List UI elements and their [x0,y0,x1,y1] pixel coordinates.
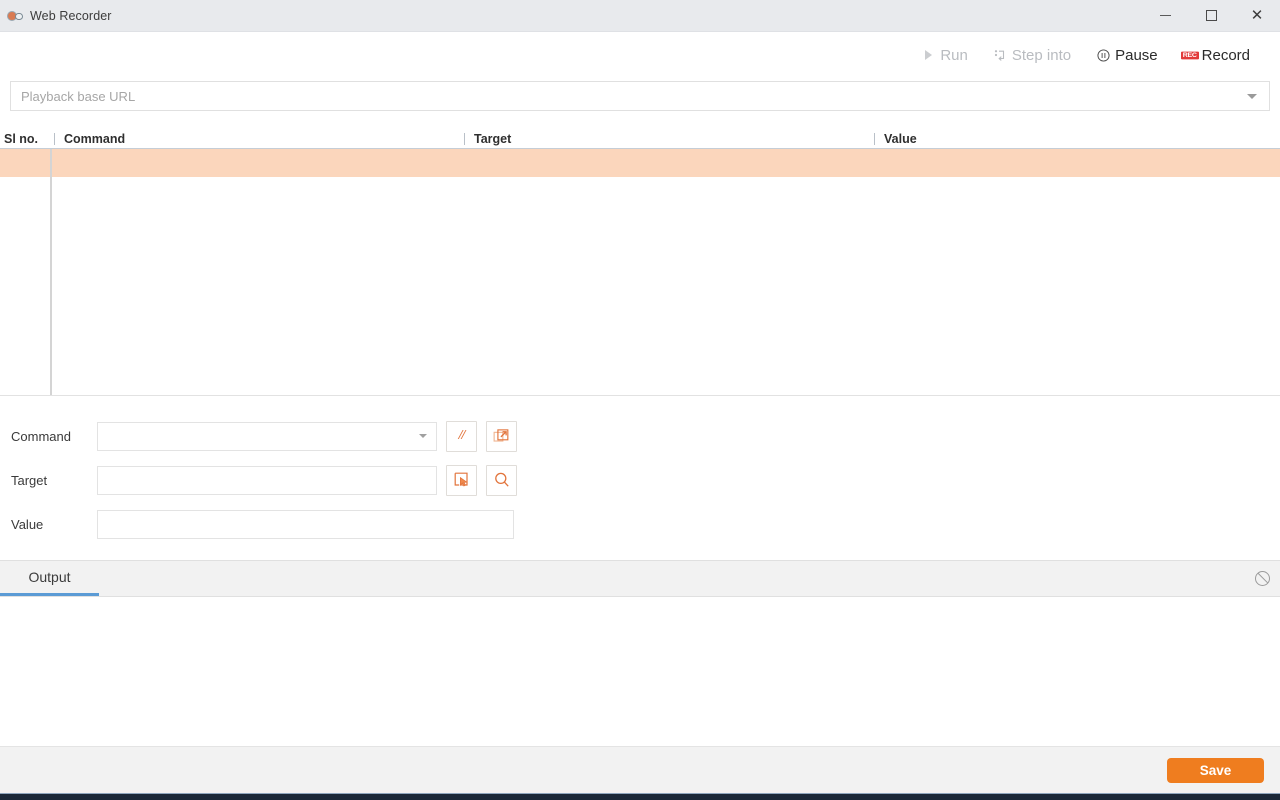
record-button[interactable]: REC Record [1170,43,1262,68]
value-field [97,509,514,539]
value-row: Value [0,502,1280,546]
column-header-value[interactable]: Value [874,132,1280,146]
open-external-icon[interactable] [486,420,517,452]
tab-output[interactable]: Output [0,561,99,596]
maximize-icon[interactable] [1188,0,1234,31]
output-tab-bar: Output [0,560,1280,597]
column-header-value-label: Value [884,132,917,146]
table-cell-command [50,149,1280,177]
target-input[interactable] [98,466,436,494]
window-title: Web Recorder [30,8,112,23]
minimize-icon[interactable] [1142,0,1188,31]
value-label: Value [11,516,44,532]
pause-button[interactable]: Pause [1083,43,1170,68]
table-row[interactable] [0,149,1280,177]
command-table-header: Sl no. Command Target Value [0,121,1280,149]
tab-output-label: Output [28,569,71,585]
command-input[interactable] [98,422,419,450]
command-table-body[interactable] [0,149,1280,395]
record-icon: REC [1180,51,1199,59]
column-divider[interactable] [464,133,465,145]
clear-icon[interactable] [1255,571,1270,586]
column-divider[interactable] [54,133,55,145]
chevron-down-icon[interactable] [1247,93,1257,99]
run-button-label: Run [940,46,968,64]
title-bar-left: Web Recorder [0,9,112,23]
pause-icon [1095,47,1111,63]
run-button[interactable]: Run [908,43,980,68]
target-row: Target [0,458,1280,502]
title-bar: Web Recorder ✕ [0,0,1280,32]
taskbar-strip [0,793,1280,800]
comment-icon[interactable]: // [446,420,477,452]
step-into-icon [992,47,1008,63]
save-button[interactable]: Save [1167,757,1264,783]
record-button-label: Record [1201,46,1250,64]
playback-toolbar: Run Step into Pause REC Record [0,32,1280,78]
output-log[interactable] [0,597,1280,746]
web-recorder-icon [7,9,23,23]
command-label: Command [11,428,71,444]
column-divider[interactable] [874,133,875,145]
column-header-command[interactable]: Command [54,132,464,146]
column-header-command-label: Command [64,132,126,146]
target-label: Target [11,472,48,488]
playback-url-section [0,78,1280,121]
close-icon[interactable]: ✕ [1234,0,1280,31]
output-actions [1255,561,1280,596]
play-icon [920,47,936,63]
step-editor-form: Command // Target Value [0,396,1280,560]
window-controls: ✕ [1142,0,1280,31]
chevron-down-icon[interactable] [419,434,427,438]
command-field [97,421,437,451]
command-row: Command // [0,414,1280,458]
column-header-slno[interactable]: Sl no. [0,132,54,146]
column-header-target-label: Target [474,132,512,146]
target-field [97,465,437,495]
column-divider-line [50,149,52,395]
web-recorder-window: Web Recorder ✕ Run Step into Pause REC R… [0,0,1280,800]
find-element-icon[interactable] [486,464,517,496]
column-header-slno-label: Sl no. [4,132,39,146]
pause-button-label: Pause [1115,46,1158,64]
playback-base-url-bar [10,81,1270,111]
step-into-button[interactable]: Step into [980,43,1083,68]
comment-icon-glyph: // [458,428,466,443]
value-input[interactable] [98,510,513,538]
select-element-icon[interactable] [446,464,477,496]
playback-base-url-input[interactable] [11,83,1247,109]
table-cell-slno [0,149,50,177]
step-into-button-label: Step into [1011,46,1072,64]
footer-bar: Save [0,746,1280,793]
column-header-target[interactable]: Target [464,132,874,146]
